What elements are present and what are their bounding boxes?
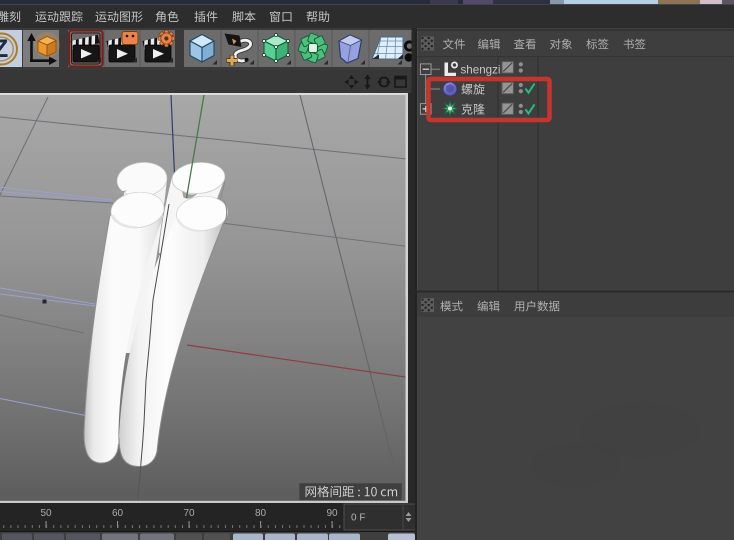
svg-text:50: 50: [40, 508, 52, 519]
svg-text:Z: Z: [0, 35, 8, 63]
svg-text:70: 70: [183, 508, 195, 519]
svg-text:60: 60: [112, 508, 124, 519]
svg-text:0 F: 0 F: [351, 513, 365, 524]
svg-text:80: 80: [255, 508, 267, 519]
svg-text:90: 90: [326, 508, 338, 519]
svg-text:shengzi: shengzi: [461, 63, 501, 76]
